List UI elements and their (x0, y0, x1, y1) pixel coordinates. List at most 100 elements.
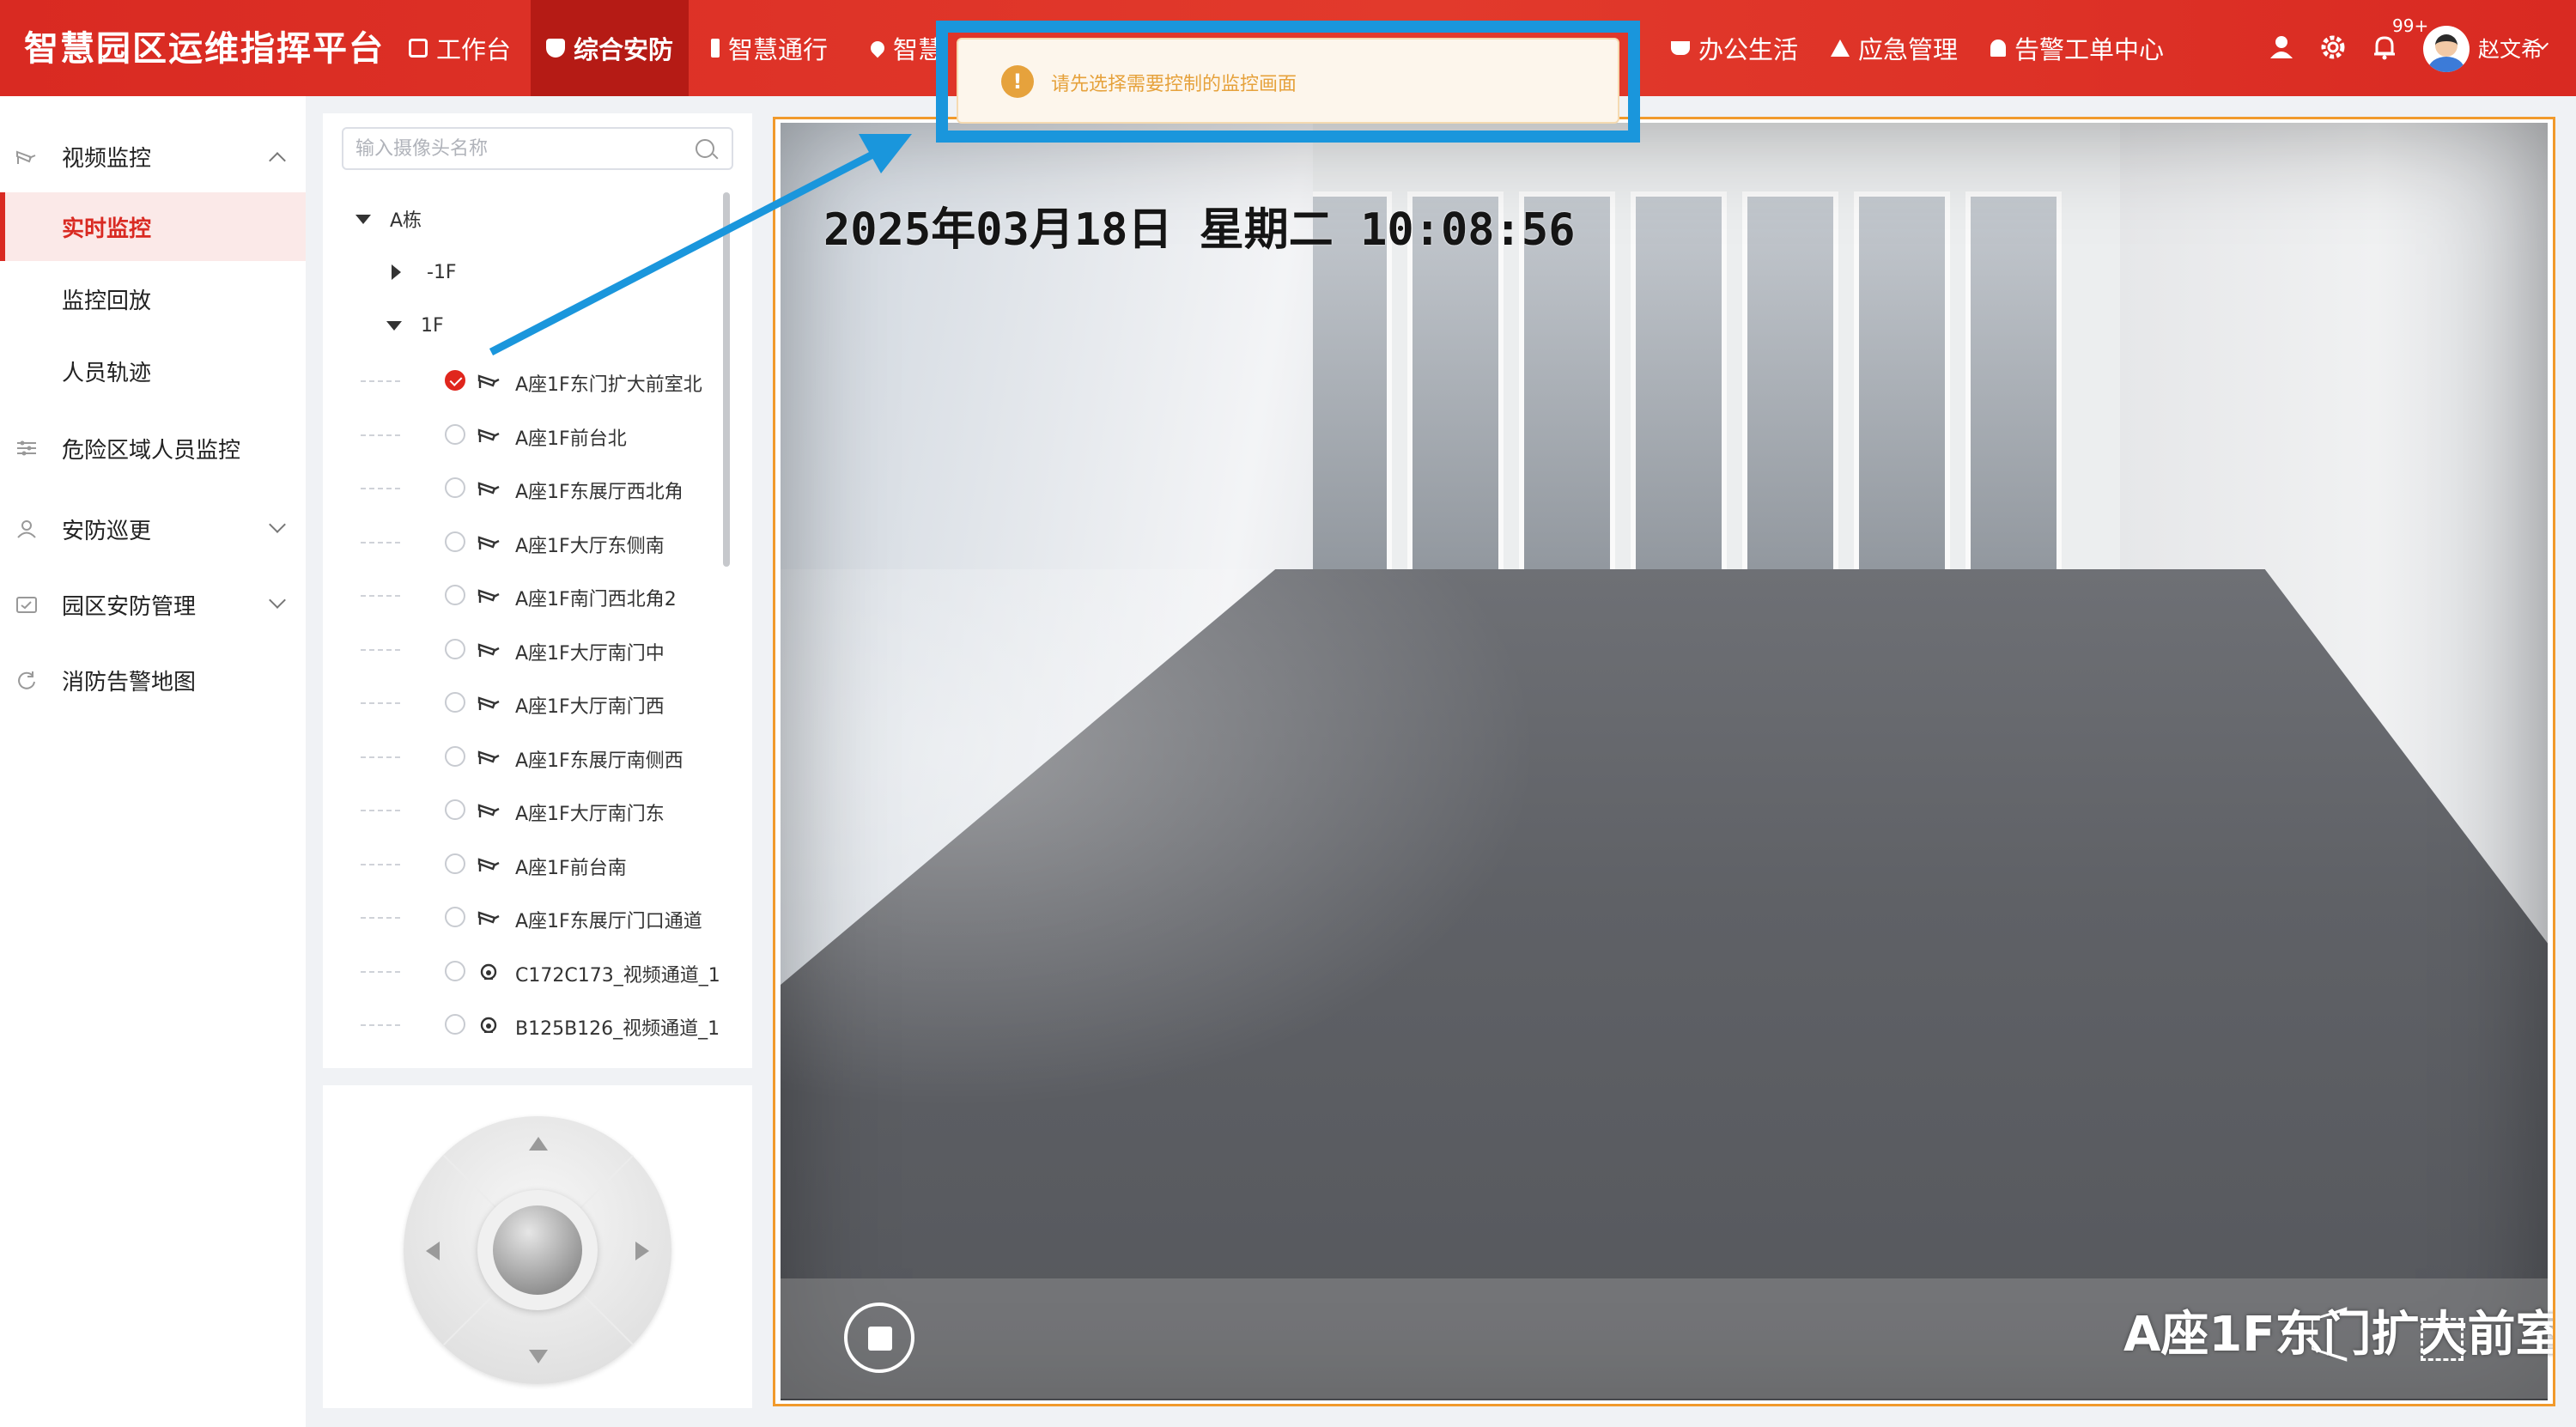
bullet-camera-icon (477, 589, 500, 603)
bullet-camera-icon (477, 858, 500, 871)
ptz-right-arrow-icon[interactable] (635, 1242, 649, 1260)
calendar-icon (16, 597, 37, 613)
camera-name: A座1F大厅东侧南 (515, 536, 665, 557)
avatar[interactable] (2423, 26, 2470, 72)
sidebar-item-person-track[interactable]: 人员轨迹 (0, 337, 306, 405)
nav-office-life[interactable]: 办公生活 (1671, 0, 1798, 96)
camera-select-radio[interactable] (445, 799, 465, 820)
nav-emergency[interactable]: 应急管理 (1831, 0, 1958, 96)
gear-icon[interactable] (2318, 33, 2348, 62)
camera-select-radio[interactable] (445, 746, 465, 767)
camera-list-item[interactable]: B125B126_视频通道_1 (323, 1003, 720, 1046)
camera-select-radio[interactable] (445, 477, 465, 498)
tree-connector (361, 542, 400, 543)
camera-list-item[interactable]: A座1F大厅东侧南 (323, 520, 701, 563)
warning-icon: ! (1001, 65, 1034, 98)
camera-list-item[interactable]: A座1F大厅南门中 (323, 628, 701, 671)
camera-select-radio[interactable] (445, 692, 465, 713)
camera-list-item[interactable]: A座1F东展厅南侧西 (323, 735, 701, 778)
video-feed[interactable]: 2025年03月18日 星期二 10:08:56 (781, 123, 2548, 1400)
camera-list-item[interactable]: A座1F前台南 (323, 842, 701, 885)
drop-icon (867, 38, 888, 58)
bullet-camera-icon (477, 804, 500, 817)
ptz-up-arrow-icon[interactable] (529, 1137, 548, 1151)
camera-select-radio[interactable] (445, 853, 465, 874)
camera-select-radio[interactable] (445, 370, 465, 391)
camera-list-item[interactable]: A座1F东展厅西北角 (323, 466, 701, 509)
camera-select-radio[interactable] (445, 961, 465, 981)
caret-down-icon[interactable] (355, 214, 371, 224)
camera-name: A座1F东展厅门口通道 (515, 911, 702, 932)
ptz-knob[interactable] (493, 1205, 582, 1295)
sidebar-item-patrol[interactable]: 安防巡更 (0, 496, 306, 562)
nav-alarm-center[interactable]: 告警工单中心 (1990, 0, 2164, 96)
patrol-icon (17, 520, 36, 538)
dome-camera-icon (480, 1017, 497, 1033)
video-timestamp: 2025年03月18日 星期二 10:08:56 (823, 204, 1576, 256)
camera-list-item[interactable]: A座1F东门扩大前室北 (323, 359, 702, 402)
ptz-center[interactable] (477, 1190, 598, 1310)
sidebar-item-video-monitoring[interactable]: 视频监控 (0, 124, 306, 189)
sidebar-item-label: 危险区域人员监控 (62, 437, 241, 464)
camera-search-input[interactable] (355, 136, 682, 161)
camera-list-item[interactable]: A座1F东展厅门口通道 (323, 896, 702, 938)
camera-select-radio[interactable] (445, 585, 465, 605)
camera-select-radio[interactable] (445, 1014, 465, 1035)
search-icon[interactable] (696, 139, 714, 158)
camera-list-item[interactable]: A座1F大厅南门西 (323, 681, 701, 724)
tree-connector (361, 595, 400, 597)
ptz-left-arrow-icon[interactable] (426, 1242, 440, 1260)
sidebar-item-live-monitor[interactable]: 实时监控 (0, 192, 306, 261)
nav-security[interactable]: 综合安防 (531, 0, 690, 96)
sidebar-item-danger-zone[interactable]: 危险区域人员监控 (0, 416, 306, 481)
camera-select-radio[interactable] (445, 907, 465, 927)
camera-list-item[interactable]: C172C173_视频通道_1 (323, 950, 720, 993)
stop-button[interactable] (844, 1303, 914, 1373)
scrollbar[interactable] (723, 192, 730, 567)
avatar-body (2428, 57, 2464, 72)
nav-workbench[interactable]: 工作台 (409, 0, 511, 96)
tree-node-floor[interactable]: 1F (386, 304, 444, 347)
video-player[interactable]: 2025年03月18日 星期二 10:08:56 A座1F东门扩大前室北 (773, 117, 2555, 1406)
ptz-pad[interactable] (404, 1116, 671, 1384)
camera-select-radio[interactable] (445, 639, 465, 659)
bullet-camera-icon (477, 750, 500, 764)
nav-smart-other[interactable]: 智慧 (867, 0, 943, 96)
sidebar-item-fire-alarm-map[interactable]: 消防告警地图 (0, 647, 306, 713)
tree-node-floor[interactable]: -1F (392, 251, 457, 294)
bullet-camera-icon (477, 911, 500, 925)
caret-down-icon[interactable] (386, 320, 402, 331)
alert-triangle-icon (1831, 39, 1850, 57)
user-name[interactable]: 赵文希 (2478, 33, 2543, 64)
camera-select-radio[interactable] (445, 531, 465, 552)
tree-node-label: -1F (427, 261, 457, 283)
ptz-down-arrow-icon[interactable] (529, 1350, 548, 1363)
sliders-icon (17, 440, 36, 456)
chevron-down-icon (269, 592, 286, 609)
stop-icon (868, 1327, 892, 1351)
tree-connector (361, 971, 400, 973)
camera-list-item[interactable]: A座1F大厅南门东 (323, 788, 701, 831)
nav-label: 应急管理 (1858, 35, 1959, 64)
user-icon[interactable] (2267, 33, 2296, 62)
nav-label: 告警工单中心 (2014, 35, 2165, 64)
video-vignette (781, 123, 2548, 1400)
camera-list-item[interactable]: A座1F前台北 (323, 413, 701, 456)
nav-smart-access[interactable]: 智慧通行 (711, 0, 828, 96)
camera-search[interactable] (342, 127, 733, 170)
tree-connector (361, 488, 400, 489)
sidebar-item-playback[interactable]: 监控回放 (0, 264, 306, 333)
avatar-face (2435, 34, 2458, 57)
notification-badge: 99+ (2392, 15, 2429, 36)
dome-camera-icon (480, 963, 497, 980)
bell-icon[interactable] (2370, 33, 2399, 62)
sidebar-item-label: 视频监控 (62, 145, 152, 172)
sidebar-item-park-security[interactable]: 园区安防管理 (0, 572, 306, 637)
tree-connector (361, 702, 400, 704)
tree-node-building[interactable]: A栋 (355, 197, 422, 240)
camera-select-radio[interactable] (445, 424, 465, 445)
camera-list-item[interactable]: A座1F南门西北角2 (323, 574, 701, 616)
caret-right-icon[interactable] (392, 264, 401, 280)
bullet-camera-icon (477, 482, 500, 495)
fullscreen-icon[interactable] (2421, 1318, 2464, 1361)
